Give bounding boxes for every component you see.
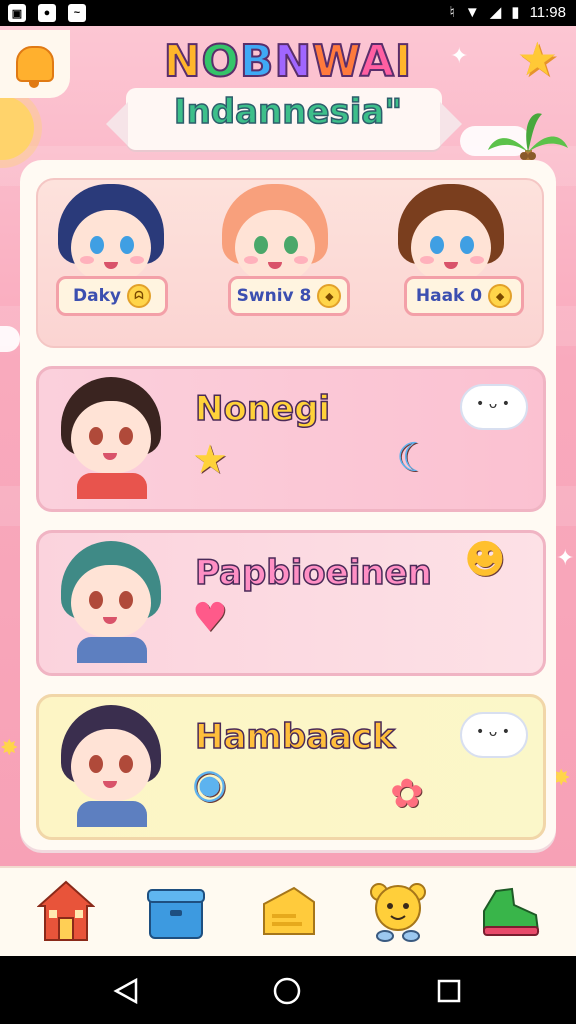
wifi-icon: ▼ <box>464 3 480 21</box>
character-name: Swniv 8 <box>236 286 312 306</box>
app-title: NOBNWAINOBNWAI <box>0 35 576 88</box>
avatar-eye <box>430 236 444 254</box>
title-letter: I <box>394 35 413 88</box>
battery-icon: ▮ <box>511 4 520 21</box>
message-icon: ~ <box>68 4 86 22</box>
clock: 11:98 <box>529 3 566 21</box>
avatar-face <box>71 729 151 801</box>
cloud-decoration <box>0 326 20 352</box>
avatar-blush <box>130 256 144 264</box>
image-icon: ▣ <box>8 4 26 22</box>
avatar-eye <box>89 591 103 609</box>
avatar-face <box>411 210 491 282</box>
heart-icon: ♥ <box>192 595 228 641</box>
character-badge-icon: ᗣ <box>126 284 151 308</box>
smiley-icon: ☻ <box>464 537 506 583</box>
house-icon <box>37 880 95 941</box>
nav-box-button[interactable] <box>144 878 208 944</box>
character-name-tag[interactable]: Daky ᗣ <box>56 276 168 316</box>
card-character <box>47 375 179 503</box>
camera-icon: ● <box>38 4 56 22</box>
avatar-eye <box>120 236 134 254</box>
title-letter: N <box>273 35 313 88</box>
nav-shoe-button[interactable] <box>478 878 542 944</box>
title-letter: B <box>239 35 275 88</box>
blob-icon: ✿ <box>390 771 424 817</box>
sparkle-icon: ✦ <box>556 546 575 571</box>
bear-icon <box>370 883 426 942</box>
nav-bear-button[interactable] <box>366 878 430 944</box>
avatar-blush <box>244 256 258 264</box>
avatar-eye <box>460 236 474 254</box>
avatar-eye <box>254 236 268 254</box>
nav-home-button[interactable] <box>34 878 98 944</box>
title-letter: N <box>163 35 202 88</box>
avatar-body <box>77 473 147 499</box>
status-bar: ▣ ● ~ ♮ ▼ ◢ ▮ 11:98 <box>0 0 576 26</box>
moon-icon: ☾ <box>396 435 432 481</box>
character-name: Haak 0 <box>415 286 483 306</box>
avatar-face <box>235 210 315 282</box>
avatar-eye <box>119 427 133 445</box>
avatar-eye <box>90 236 104 254</box>
star-icon: ★ <box>192 437 228 483</box>
signal-icon: ◢ <box>489 4 502 21</box>
avatar-eye <box>119 755 133 773</box>
nav-cheese-button[interactable] <box>256 878 320 944</box>
box-icon <box>147 889 205 939</box>
avatar-blush <box>80 256 94 264</box>
card-title: Papbioeinen <box>194 552 432 594</box>
title-letter: W <box>311 35 360 88</box>
avatar-blush <box>470 256 484 264</box>
card-title: Hambaack <box>194 716 395 758</box>
bottom-navigation <box>0 866 576 958</box>
title-letter: O <box>201 35 240 88</box>
vibrate-icon: ♮ <box>449 4 455 21</box>
avatar-eye <box>284 236 298 254</box>
recents-button[interactable] <box>432 974 466 1008</box>
avatar-face <box>71 210 151 282</box>
home-button[interactable] <box>270 974 304 1008</box>
cloud-icon <box>460 712 528 758</box>
avatar-blush <box>294 256 308 264</box>
card-character <box>47 539 179 667</box>
back-button[interactable] <box>110 974 144 1008</box>
title-letter: A <box>359 35 395 88</box>
character-name: Daky <box>73 286 121 306</box>
avatar-eye <box>119 591 133 609</box>
avatar-face <box>71 401 151 473</box>
avatar-body <box>77 801 147 827</box>
avatar-eye <box>89 427 103 445</box>
avatar-eye <box>89 755 103 773</box>
sparkle-icon: ✸ <box>0 736 19 761</box>
cheese-icon <box>263 886 315 935</box>
character-badge-icon: ◆ <box>317 284 342 308</box>
card-character <box>47 703 179 831</box>
cloud-icon <box>460 384 528 430</box>
system-navigation-bar <box>0 956 576 1024</box>
character-name-tag[interactable]: Swniv 8 ◆ <box>228 276 350 316</box>
card-title: Nonegi <box>194 388 331 430</box>
character-badge-icon: ◆ <box>488 284 513 308</box>
swirl-icon: ◉ <box>192 761 227 807</box>
avatar-body <box>77 637 147 663</box>
character-name-tag[interactable]: Haak 0 ◆ <box>404 276 524 316</box>
avatar-face <box>71 565 151 637</box>
avatar-blush <box>420 256 434 264</box>
shoe-icon <box>483 887 540 936</box>
